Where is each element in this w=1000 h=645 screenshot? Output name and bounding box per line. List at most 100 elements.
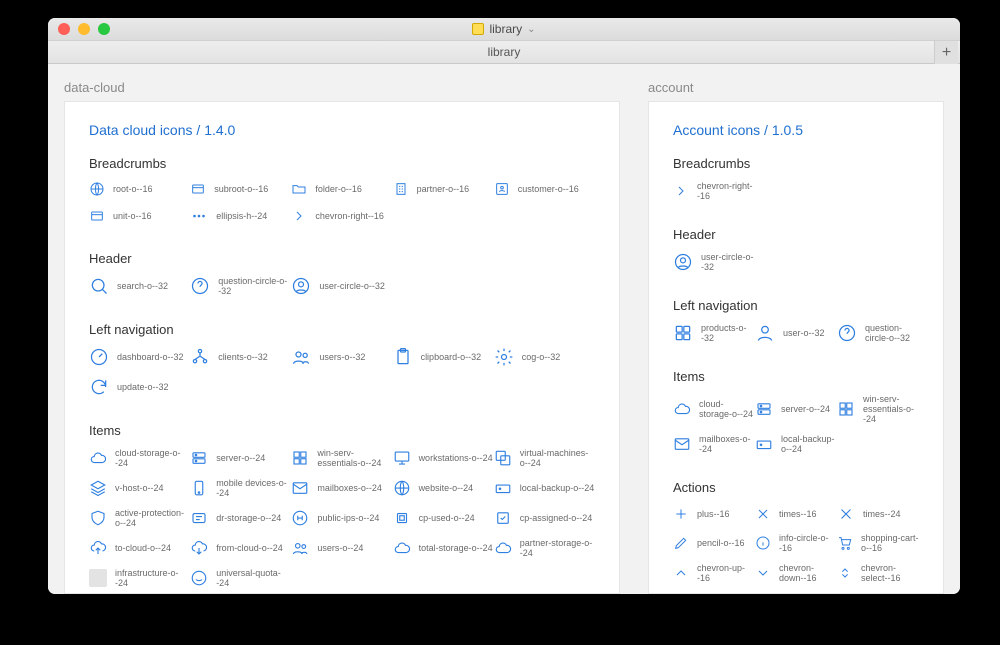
icon-label: mailboxes-o--24: [699, 434, 755, 454]
icon-label: win-serv-essentials-o--24: [863, 394, 919, 424]
icon-item[interactable]: question-circle-o--32: [837, 323, 919, 343]
icon-item[interactable]: server-o--24: [190, 448, 291, 468]
icon-label: users-o--32: [319, 352, 365, 362]
user-icon: [755, 323, 775, 343]
icon-item[interactable]: win-serv-essentials-o--24: [837, 394, 919, 424]
icon-item[interactable]: mobile devices-o--24: [190, 478, 291, 498]
icon-item[interactable]: unit-o--16: [89, 207, 190, 225]
ip-icon: [291, 509, 309, 527]
icon-item[interactable]: trash-o--24: [673, 593, 755, 594]
icon-item[interactable]: website-o--24: [393, 478, 494, 498]
icon-label: workstations-o--24: [419, 453, 493, 463]
window-title-text: library: [489, 22, 522, 36]
icon-item[interactable]: info-circle-o--16: [755, 533, 837, 553]
icon-label: local-backup-o--24: [781, 434, 837, 454]
new-tab-button[interactable]: +: [934, 41, 958, 65]
icon-label: products-o--32: [701, 323, 755, 343]
clipboard-icon: [393, 347, 413, 367]
tab-label[interactable]: library: [488, 45, 521, 59]
icon-item[interactable]: cp-assigned-o--24: [494, 508, 595, 528]
stack-icon: [89, 479, 107, 497]
monitor-icon: [393, 449, 411, 467]
icon-label: clipboard-o--32: [421, 352, 482, 362]
icon-item[interactable]: users-o--24: [291, 538, 392, 558]
icon-item[interactable]: search-o--32: [89, 276, 190, 296]
icon-item[interactable]: partner-storage-o--24: [494, 538, 595, 558]
icon-item[interactable]: from-cloud-o--24: [190, 538, 291, 558]
icon-item[interactable]: chevron-select--16: [837, 563, 919, 583]
icon-label: partner-storage-o--24: [520, 538, 595, 558]
icon-item[interactable]: chevron-right--16: [291, 207, 392, 225]
trash-icon: [673, 593, 691, 594]
icon-item[interactable]: times--24: [837, 505, 919, 523]
icon-item[interactable]: times--16: [755, 505, 837, 523]
icon-item[interactable]: partner-o--16: [393, 181, 494, 197]
icon-label: dashboard-o--32: [117, 352, 184, 362]
icon-item[interactable]: clients-o--32: [190, 347, 291, 367]
icon-item[interactable]: cog-o--32: [494, 347, 595, 367]
grid-icon: [673, 323, 693, 343]
icon-item[interactable]: server-o--24: [755, 394, 837, 424]
dots-icon: [190, 207, 208, 225]
icon-label: search-o--32: [117, 281, 168, 291]
icon-item[interactable]: update-o--32: [89, 377, 190, 397]
cart-icon: [837, 535, 853, 551]
icon-item[interactable]: turn-off-o--24: [755, 593, 837, 594]
from-cloud-icon: [190, 539, 208, 557]
icon-item[interactable]: pencil-o--16: [673, 533, 755, 553]
icon-label: cp-assigned-o--24: [520, 513, 593, 523]
user-circle-icon: [291, 276, 311, 296]
icon-label: server-o--24: [781, 404, 830, 414]
icon-item[interactable]: user-o--32: [755, 323, 837, 343]
icon-item[interactable]: local-backup-o--24: [755, 434, 837, 454]
icon-item[interactable]: products-o--32: [673, 323, 755, 343]
icon-item[interactable]: chevron-up--16: [673, 563, 755, 583]
icon-item[interactable]: question-circle-o--32: [190, 276, 291, 296]
icon-item[interactable]: v-host-o--24: [89, 478, 190, 498]
icon-item[interactable]: infrastructure-o--24: [89, 568, 190, 588]
question-icon: [837, 323, 857, 343]
icon-item[interactable]: dashboard-o--32: [89, 347, 190, 367]
icon-item[interactable]: ellipsis-h--24: [190, 207, 291, 225]
icon-item[interactable]: to-cloud-o--24: [89, 538, 190, 558]
icon-item[interactable]: win-serv-essentials-o--24: [291, 448, 392, 468]
icon-item[interactable]: active-protection-o--24: [89, 508, 190, 528]
minimize-button[interactable]: [78, 23, 90, 35]
icon-item[interactable]: folder-o--16: [291, 181, 392, 197]
icon-item[interactable]: plus--16: [673, 505, 755, 523]
icon-item[interactable]: subroot-o--16: [190, 181, 291, 197]
icon-item[interactable]: cloud-storage-o--24: [89, 448, 190, 468]
icon-item[interactable]: virtual-machines-o--24: [494, 448, 595, 468]
column-data-cloud: data-cloud Data cloud icons / 1.4.0 Brea…: [64, 80, 620, 594]
icon-item[interactable]: local-backup-o--24: [494, 478, 595, 498]
icon-label: cloud-storage-o--24: [115, 448, 190, 468]
icon-item[interactable]: universal-quota--24: [190, 568, 291, 588]
icon-item[interactable]: clipboard-o--32: [393, 347, 494, 367]
icon-label: users-o--24: [317, 543, 363, 553]
icon-item[interactable]: key-o--24: [837, 593, 919, 594]
icon-item[interactable]: chevron-right--16: [673, 181, 755, 201]
close-button[interactable]: [58, 23, 70, 35]
icon-item[interactable]: cp-used-o--24: [393, 508, 494, 528]
icon-item[interactable]: dr-storage-o--24: [190, 508, 291, 528]
icon-item[interactable]: mailboxes-o--24: [291, 478, 392, 498]
icon-item[interactable]: total-storage-o--24: [393, 538, 494, 558]
icon-item[interactable]: workstations-o--24: [393, 448, 494, 468]
icon-item[interactable]: cloud-storage-o--24: [673, 394, 755, 424]
icon-item[interactable]: customer-o--16: [494, 181, 595, 197]
window-title: library ⌄: [48, 22, 960, 36]
icon-label: mailboxes-o--24: [317, 483, 382, 493]
icon-item[interactable]: shopping-cart-o--16: [837, 533, 919, 553]
icon-item[interactable]: mailboxes-o--24: [673, 434, 755, 454]
icon-item[interactable]: root-o--16: [89, 181, 190, 197]
chev-r-icon: [673, 183, 689, 199]
cloud-icon: [673, 400, 691, 418]
icon-item[interactable]: public-ips-o--24: [291, 508, 392, 528]
icon-item[interactable]: user-circle-o--32: [673, 252, 755, 272]
cpu-icon: [393, 509, 411, 527]
icon-item[interactable]: chevron-down--16: [755, 563, 837, 583]
icon-item[interactable]: users-o--32: [291, 347, 392, 367]
zoom-button[interactable]: [98, 23, 110, 35]
icon-item[interactable]: user-circle-o--32: [291, 276, 392, 296]
gauge-icon: [89, 347, 109, 367]
